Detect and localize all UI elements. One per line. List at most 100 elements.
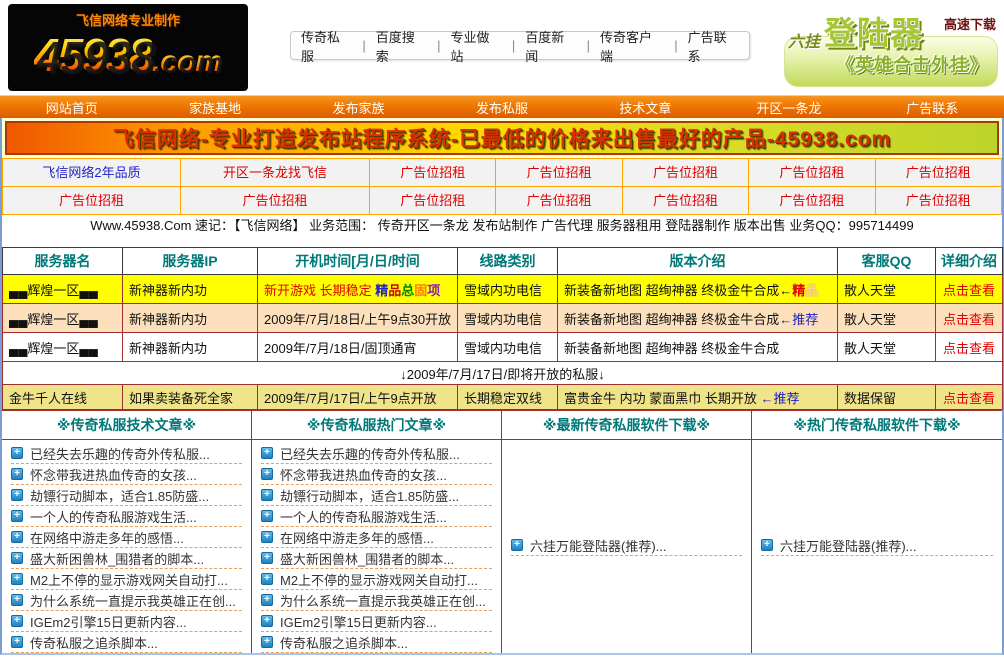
server-name: ▄▄辉煌一区▄▄: [3, 275, 123, 304]
top-nav-link[interactable]: 专业做站 |: [441, 27, 516, 65]
plus-icon: +: [761, 539, 773, 551]
ad-slot[interactable]: 广告位招租: [623, 159, 748, 186]
promo-banner[interactable]: 飞信网络-专业打造发布站程序系统-已最低的价格来出售最好的产品-45938.co…: [5, 121, 999, 155]
article-link[interactable]: + 劫镖行动脚本，适合1.85防盛...: [11, 485, 242, 506]
plus-icon: +: [261, 573, 273, 585]
section-tech-articles: ※传奇私服技术文章※ + 已经失去乐趣的传奇外传私服... + 怀念带我进热血传…: [2, 411, 252, 653]
article-link[interactable]: + 传奇私服之追杀脚本...: [261, 632, 492, 653]
ad-slot[interactable]: 广告位招租: [496, 187, 621, 214]
ad-slot[interactable]: 广告位招租: [876, 187, 1001, 214]
plus-icon: +: [261, 489, 273, 501]
ad-slot[interactable]: 广告位招租: [181, 187, 369, 214]
ad-slot[interactable]: 开区一条龙找飞信: [181, 159, 369, 186]
launcher-subtitle: 《英雄合击外挂》: [836, 51, 988, 77]
main-nav-item[interactable]: 技术文章: [574, 98, 717, 117]
article-link[interactable]: + 盛大新困兽林_围猎者的脚本...: [11, 548, 242, 569]
server-qq: 散人天堂: [838, 304, 936, 333]
ad-slot[interactable]: 广告位招租: [3, 187, 180, 214]
server-version: 富贵金牛 内功 蒙面黑巾 长期开放 ←推荐: [558, 385, 838, 410]
plus-icon: +: [261, 510, 273, 522]
plus-icon: +: [11, 615, 23, 627]
main-nav-item[interactable]: 开区一条龙: [717, 98, 860, 117]
col-version: 版本介绍: [558, 248, 838, 275]
server-detail-cell: 点击查看: [936, 385, 1003, 410]
server-detail-cell: 点击查看: [936, 304, 1003, 333]
article-link[interactable]: + 为什么系统一直提示我英雄正在创...: [11, 590, 242, 611]
article-link[interactable]: + 一个人的传奇私服游戏生活...: [261, 506, 492, 527]
server-qq: 散人天堂: [838, 275, 936, 304]
download-list: + 六挂万能登陆器(推荐)...: [502, 440, 751, 556]
site-logo[interactable]: 飞信网络专业制作 45938.com: [8, 4, 248, 91]
ad-slot[interactable]: 广告位招租: [749, 159, 874, 186]
article-link[interactable]: + 怀念带我进热血传奇的女孩...: [11, 464, 242, 485]
plus-icon: +: [11, 489, 23, 501]
article-link[interactable]: + 在网络中游走多年的感悟...: [11, 527, 242, 548]
main-nav-item[interactable]: 网站首页: [0, 98, 143, 117]
plus-icon: +: [11, 447, 23, 459]
server-qq: 散人天堂: [838, 333, 936, 362]
plus-icon: +: [261, 552, 273, 564]
plus-icon: +: [261, 531, 273, 543]
article-link[interactable]: + 已经失去乐趣的传奇外传私服...: [11, 443, 242, 464]
col-service-qq: 客服QQ: [838, 248, 936, 275]
download-link[interactable]: + 六挂万能登陆器(推荐)...: [761, 535, 993, 556]
top-nav-link[interactable]: 百度新闻 |: [515, 27, 590, 65]
launcher-download-label: 高速下载: [944, 14, 996, 33]
article-link[interactable]: + M2上不停的显示游戏网关自动打...: [11, 569, 242, 590]
article-list: + 已经失去乐趣的传奇外传私服... + 怀念带我进热血传奇的女孩... + 劫…: [2, 440, 251, 653]
article-link[interactable]: + IGEm2引擎15日更新内容...: [261, 611, 492, 632]
detail-link[interactable]: 点击查看: [943, 391, 995, 406]
ad-slot[interactable]: 广告位招租: [876, 159, 1001, 186]
plus-icon: +: [261, 468, 273, 480]
main-nav-item[interactable]: 广告联系: [861, 98, 1004, 117]
article-link[interactable]: + 盛大新困兽林_围猎者的脚本...: [261, 548, 492, 569]
section-title: ※最新传奇私服软件下载※: [502, 411, 751, 440]
detail-link[interactable]: 点击查看: [943, 312, 995, 327]
top-header: 飞信网络专业制作 45938.com 传奇私服 | 百度搜索 | 专业做站 | …: [0, 0, 1004, 95]
article-link[interactable]: + 在网络中游走多年的感悟...: [261, 527, 492, 548]
section-latest-downloads: ※最新传奇私服软件下载※ + 六挂万能登陆器(推荐)...: [502, 411, 752, 653]
server-version: 新装备新地图 超绚神器 终极金牛合成: [558, 333, 838, 362]
ad-slot[interactable]: 飞信网络2年品质: [3, 159, 180, 186]
article-link[interactable]: + 传奇私服之追杀脚本...: [11, 632, 242, 653]
plus-icon: +: [261, 636, 273, 648]
tag-pin: 品: [388, 283, 401, 298]
section-hot-articles: ※传奇私服热门文章※ + 已经失去乐趣的传奇外传私服... + 怀念带我进热血传…: [252, 411, 502, 653]
col-open-time: 开机时间[月/日/时间: [258, 248, 458, 275]
ad-slot[interactable]: 广告位招租: [623, 187, 748, 214]
article-link[interactable]: + 已经失去乐趣的传奇外传私服...: [261, 443, 492, 464]
server-name: ▄▄辉煌一区▄▄: [3, 304, 123, 333]
server-table-header: 服务器名 服务器IP 开机时间[月/日/时间 线路类别 版本介绍 客服QQ 详细…: [3, 248, 1003, 275]
article-link[interactable]: + 劫镖行动脚本，适合1.85防盛...: [261, 485, 492, 506]
server-ip: 新神器新内功: [123, 304, 258, 333]
detail-link[interactable]: 点击查看: [943, 283, 995, 298]
article-link[interactable]: + 为什么系统一直提示我英雄正在创...: [261, 590, 492, 611]
article-link[interactable]: + M2上不停的显示游戏网关自动打...: [261, 569, 492, 590]
main-nav-item[interactable]: 发布家族: [287, 98, 430, 117]
article-link[interactable]: + IGEm2引擎15日更新内容...: [11, 611, 242, 632]
plus-icon: +: [11, 531, 23, 543]
main-nav-item[interactable]: 发布私服: [430, 98, 573, 117]
plus-icon: +: [11, 510, 23, 522]
top-nav-link[interactable]: 传奇客户端 |: [590, 27, 678, 65]
article-link[interactable]: + 一个人的传奇私服游戏生活...: [11, 506, 242, 527]
detail-link[interactable]: 点击查看: [943, 341, 995, 356]
launcher-download-banner[interactable]: 六挂 登陆器 高速下载 《英雄合击外挂》: [784, 6, 998, 87]
ad-slot[interactable]: 广告位招租: [749, 187, 874, 214]
section-title: ※传奇私服技术文章※: [2, 411, 251, 440]
article-link[interactable]: + 怀念带我进热血传奇的女孩...: [261, 464, 492, 485]
plus-icon: +: [11, 573, 23, 585]
server-row: ▄▄辉煌一区▄▄ 新神器新内功 新开游戏 长期稳定 精品总固项 雪域内功电信 新…: [3, 275, 1003, 304]
server-open-time: 2009年/7月/17日/上午9点开放: [258, 385, 458, 410]
top-nav-link[interactable]: 百度搜索 |: [366, 27, 441, 65]
top-nav-link[interactable]: 传奇私服 |: [291, 27, 366, 65]
download-link[interactable]: + 六挂万能登陆器(推荐)...: [511, 535, 742, 556]
ad-slot[interactable]: 广告位招租: [370, 159, 495, 186]
main-nav-item[interactable]: 家族基地: [143, 98, 286, 117]
ad-slot[interactable]: 广告位招租: [370, 187, 495, 214]
main-nav: 网站首页 家族基地 发布家族 发布私服 技术文章 开区一条龙 广告联系: [0, 95, 1004, 118]
bottom-sections: ※传奇私服技术文章※ + 已经失去乐趣的传奇外传私服... + 怀念带我进热血传…: [2, 410, 1002, 653]
top-nav-link[interactable]: 广告联系 |: [678, 27, 749, 65]
promo-banner-text: 飞信网络-专业打造发布站程序系统-已最低的价格来出售最好的产品-45938.co…: [113, 123, 891, 153]
ad-slot[interactable]: 广告位招租: [496, 159, 621, 186]
